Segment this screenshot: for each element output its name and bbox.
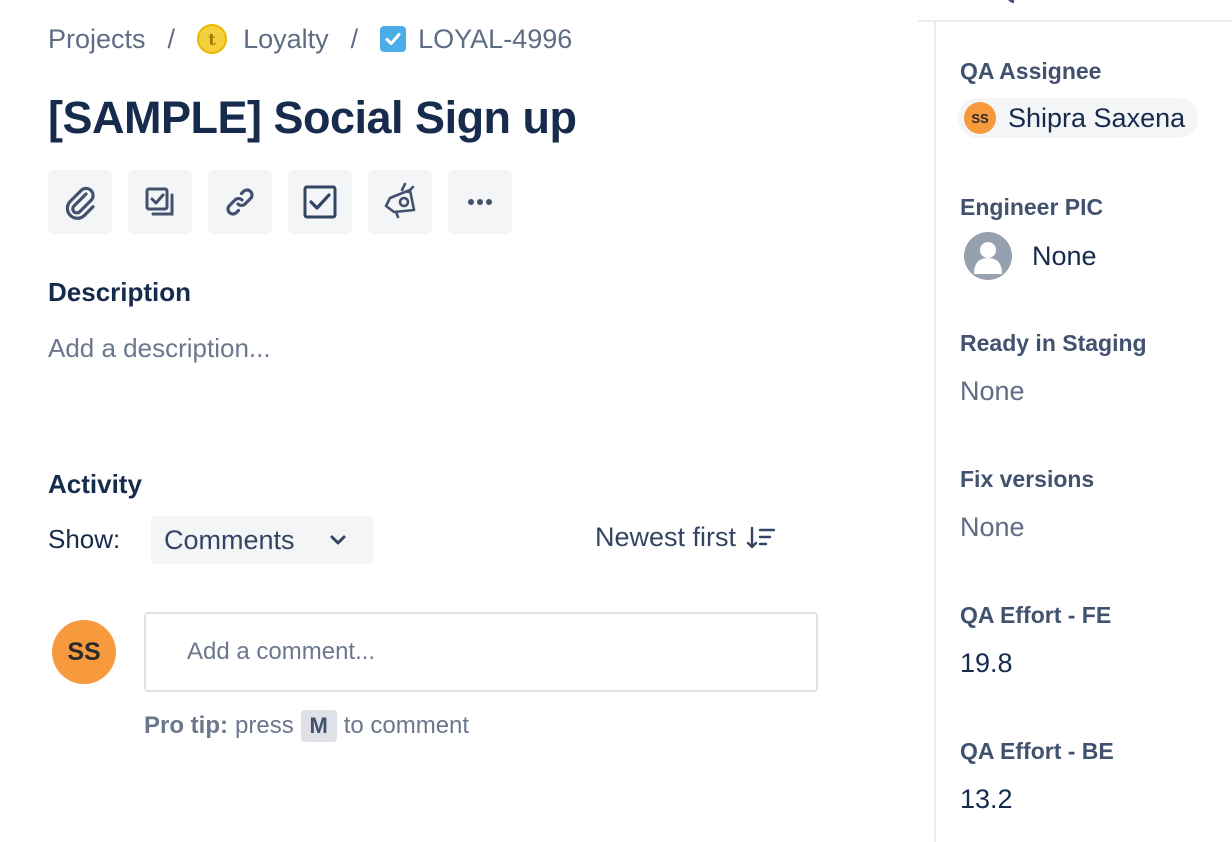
- pro-tip-label: Pro tip:: [144, 712, 228, 739]
- comment-input[interactable]: Add a comment...: [144, 612, 818, 692]
- megaphone-icon: [384, 182, 416, 219]
- project-avatar-icon: t: [197, 24, 228, 54]
- ready-in-staging-value[interactable]: None: [960, 376, 1025, 407]
- qa-effort-be-label: QA Effort - BE: [960, 738, 1114, 764]
- issue-toolbar: [48, 170, 512, 234]
- sort-order-label: Newest first: [595, 522, 737, 552]
- current-user-avatar: SS: [52, 620, 116, 684]
- qa-assignee-avatar: SS: [964, 102, 996, 134]
- activity-filter-value: Comments: [164, 524, 295, 555]
- shortcut-key: M: [300, 710, 337, 742]
- more-actions-button[interactable]: [448, 170, 512, 234]
- link-icon: [226, 188, 254, 216]
- description-heading: Description: [48, 277, 192, 307]
- show-label: Show:: [48, 524, 121, 554]
- issue-title[interactable]: [SAMPLE] Social Sign up: [48, 92, 577, 144]
- announce-button[interactable]: [368, 170, 432, 234]
- breadcrumb-projects[interactable]: Projects: [48, 24, 146, 55]
- fix-versions-label: Fix versions: [960, 466, 1095, 492]
- panel-divider: [934, 22, 936, 842]
- activity-filter-select[interactable]: Comments: [151, 516, 374, 564]
- description-field[interactable]: Add a description...: [48, 333, 271, 364]
- paperclip-icon: [65, 186, 95, 220]
- qa-effort-fe-label: QA Effort - FE: [960, 602, 1112, 628]
- breadcrumb-issue-key[interactable]: LOYAL-4996: [418, 24, 572, 55]
- checklist-button[interactable]: [288, 170, 352, 234]
- checklist-icon: [303, 185, 337, 219]
- breadcrumb-project[interactable]: Loyalty: [243, 24, 329, 55]
- breadcrumb-separator: /: [350, 23, 359, 54]
- link-issue-button[interactable]: [208, 170, 272, 234]
- panel-top-border: [918, 20, 1232, 22]
- ready-in-staging-label: Ready in Staging: [960, 330, 1147, 356]
- chevron-down-icon: [330, 535, 346, 545]
- pro-tip-suffix: to comment: [343, 712, 470, 739]
- qa-effort-fe-value[interactable]: 19.8: [960, 648, 1013, 679]
- fix-versions-value[interactable]: None: [960, 512, 1025, 543]
- engineer-pic-value[interactable]: None: [964, 232, 1097, 280]
- sort-order-button[interactable]: Newest first: [595, 522, 776, 553]
- qa-assignee-label: QA Assignee: [960, 58, 1102, 84]
- unassigned-avatar-icon: [964, 232, 1012, 280]
- breadcrumb: Projects / t Loyalty / LOYAL-4996: [48, 22, 572, 56]
- qa-assignee-name: Shipra Saxena: [1008, 102, 1186, 133]
- activity-heading: Activity: [48, 469, 142, 499]
- engineer-pic-name: None: [1032, 240, 1097, 271]
- subtask-icon: [145, 187, 174, 216]
- more-icon: [468, 199, 492, 205]
- qa-assignee-chip[interactable]: SS Shipra Saxena: [958, 98, 1198, 138]
- clipped-header-icons: [1008, 0, 1015, 4]
- attach-button[interactable]: [48, 170, 112, 234]
- add-child-issue-button[interactable]: [128, 170, 192, 234]
- pro-tip: Pro tip: press M to comment: [144, 710, 469, 742]
- breadcrumb-separator: /: [167, 23, 176, 54]
- task-type-icon[interactable]: [380, 26, 407, 52]
- sort-descending-icon: [746, 526, 776, 548]
- engineer-pic-label: Engineer PIC: [960, 194, 1104, 220]
- pro-tip-press: press: [235, 712, 294, 739]
- qa-effort-be-value[interactable]: 13.2: [960, 784, 1013, 815]
